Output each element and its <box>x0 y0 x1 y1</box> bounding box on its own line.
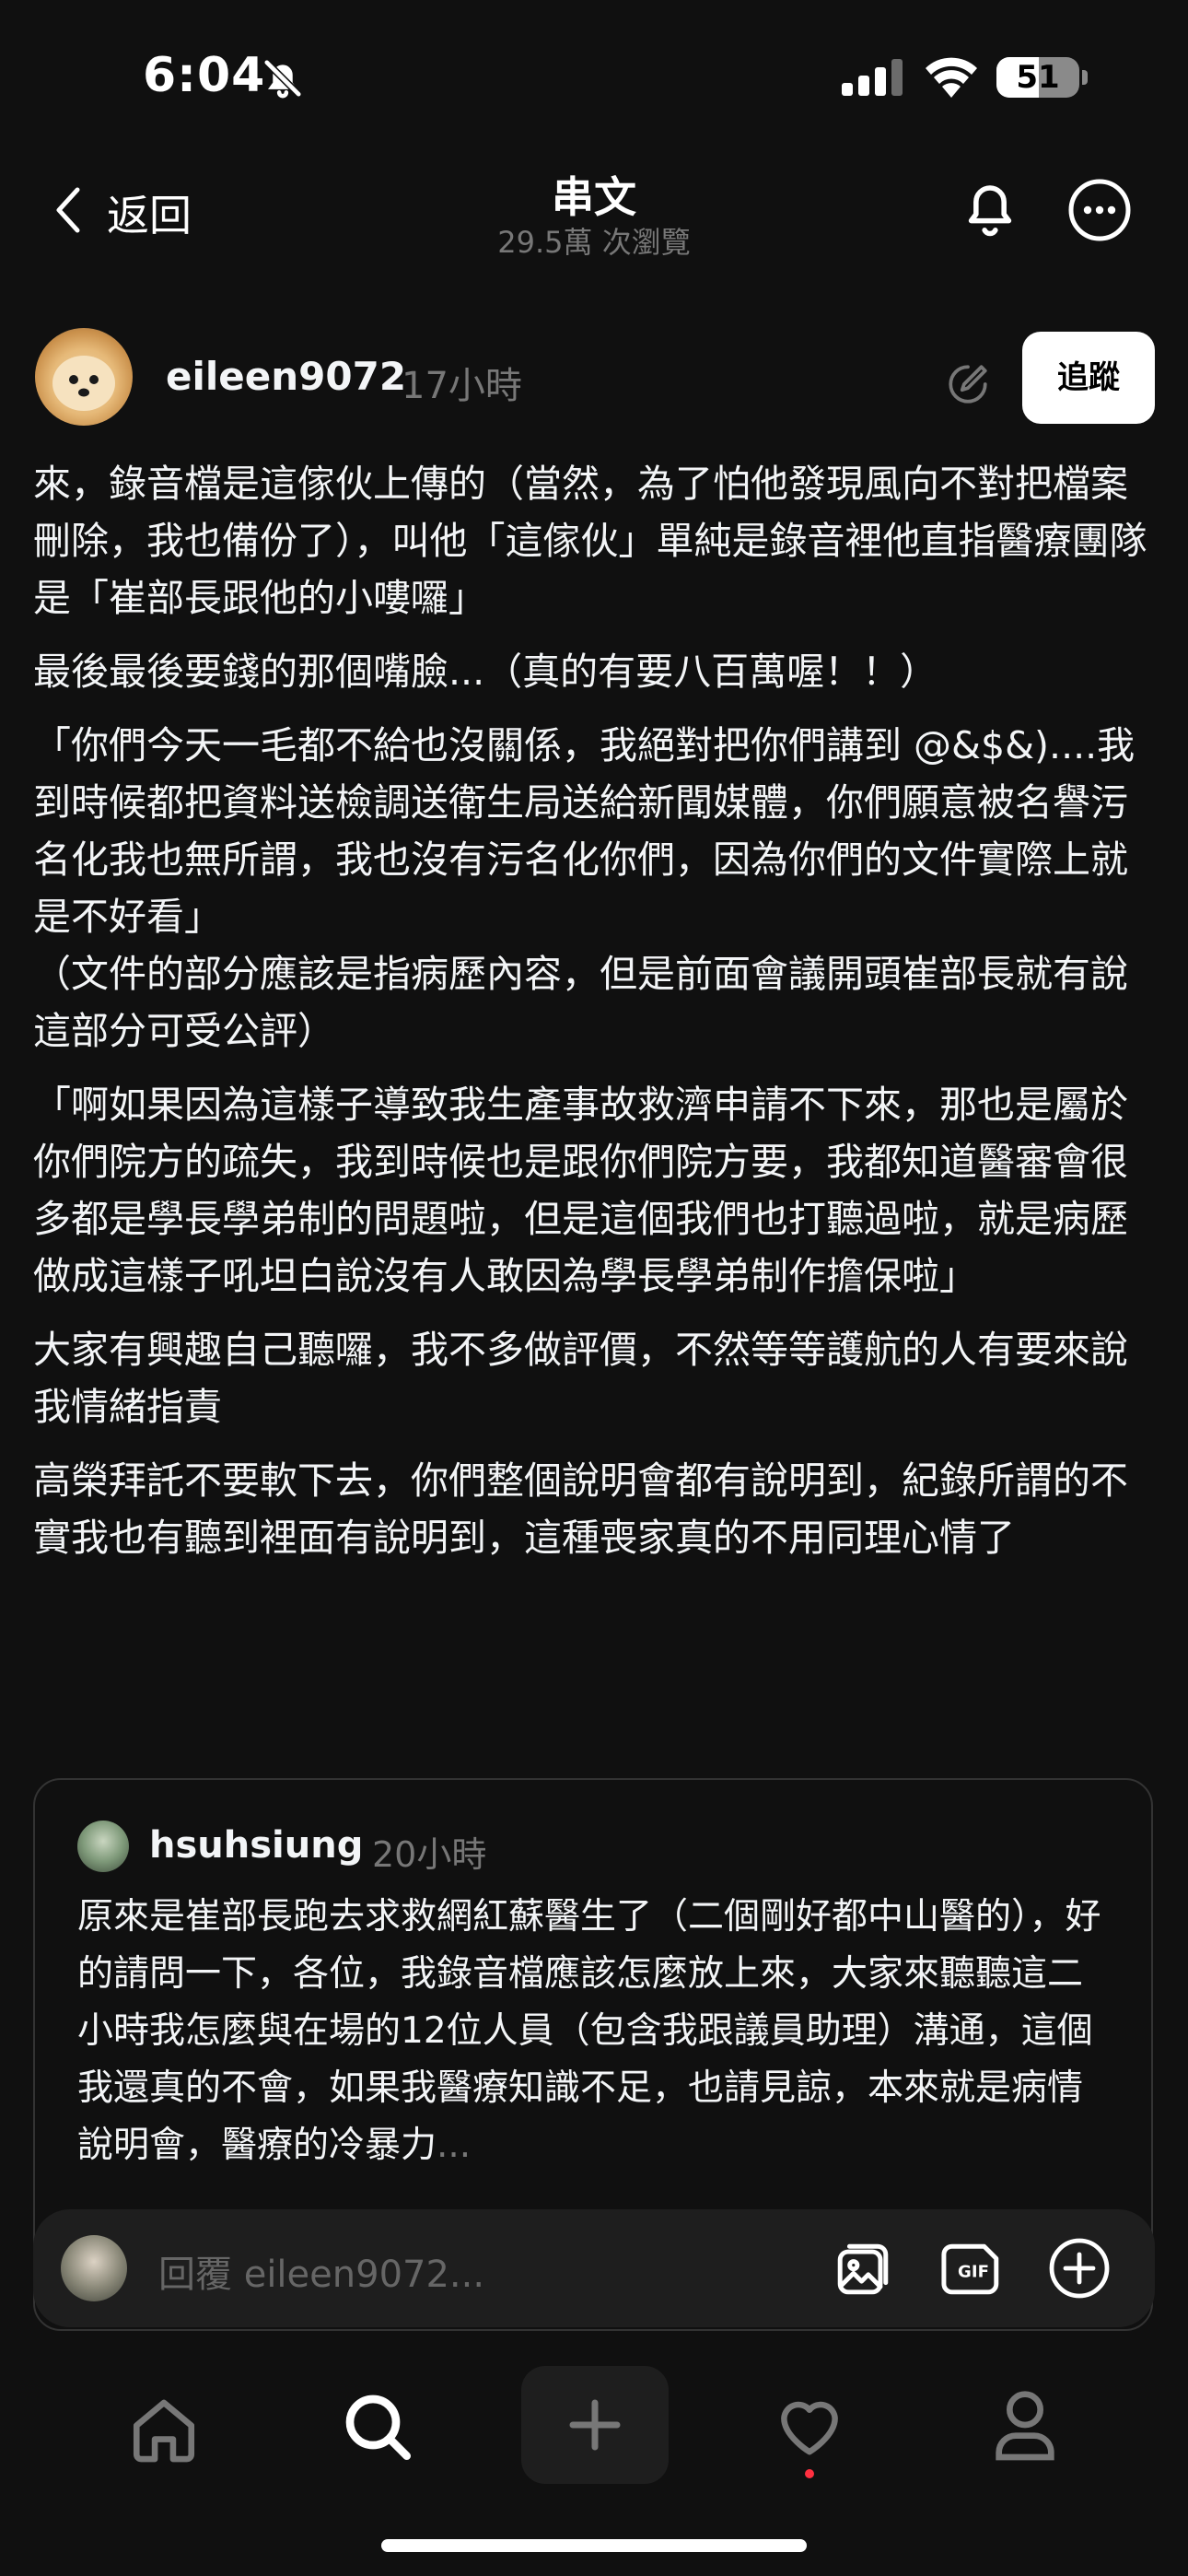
post-paragraph: 高榮拜託不要軟下去，你們整個說明會都有說明到，紀錄所謂的不實我也有聽到裡面有說明… <box>33 1458 1128 1560</box>
signal-icon <box>842 59 906 100</box>
follow-button[interactable]: 追蹤 <box>1022 332 1155 424</box>
post-paragraph: 「你們今天一毛都不給也沒關係，我絕對把你們講到 @&$&)....我到時候都把資… <box>33 723 1136 1053</box>
page-title: 串文 <box>552 172 636 222</box>
quoted-text: 原來是崔部長跑去求救網紅蘇醫生了（二個剛好都中山醫的），好的請問一下，各位，我錄… <box>77 1889 1118 2174</box>
reply-bar[interactable]: 回覆 eileen9072... GIF <box>33 2209 1155 2327</box>
reply-input[interactable]: 回覆 eileen9072... <box>158 2244 484 2298</box>
more-icon[interactable] <box>1068 179 1131 245</box>
post-username[interactable]: eileen9072 <box>166 354 406 399</box>
gif-label: GIF <box>958 2263 989 2282</box>
bell-slash-icon <box>262 57 304 103</box>
post-time: 17小時 <box>402 365 522 407</box>
plus-circle-icon[interactable] <box>1046 2235 1112 2305</box>
gif-icon[interactable]: GIF <box>941 2237 1006 2305</box>
wifi-icon <box>924 55 979 101</box>
profile-icon[interactable] <box>991 2388 1059 2465</box>
plus-icon <box>569 2399 621 2451</box>
post-paragraph: 最後最後要錢的那個嘴臉...（真的有要八百萬喔！！） <box>33 650 938 694</box>
quoted-time: 20小時 <box>372 1834 487 1875</box>
avatar[interactable] <box>35 328 133 426</box>
create-button[interactable] <box>521 2366 669 2484</box>
battery-icon: 51 <box>996 57 1079 98</box>
quoted-text-ellipsis: ... <box>437 2125 472 2166</box>
bell-icon[interactable] <box>958 175 1022 243</box>
quoted-username[interactable]: hsuhsiung <box>149 1824 363 1867</box>
post-body: 來，錄音檔是這傢伙上傳的（當然，為了怕他發現風向不對把檔案刪除，我也備份了），叫… <box>33 455 1155 1583</box>
post-paragraph: 來，錄音檔是這傢伙上傳的（當然，為了怕他發現風向不對把檔案刪除，我也備份了），叫… <box>33 462 1147 620</box>
chevron-left-icon[interactable] <box>52 184 87 240</box>
notification-dot <box>805 2469 814 2478</box>
quoted-avatar[interactable] <box>77 1821 129 1872</box>
post-paragraph: 大家有興趣自己聽囉，我不多做評價，不然等等護航的人有要來說我情緒指責 <box>33 1328 1128 1429</box>
post-paragraph: 「啊如果因為這樣子導致我生產事故救濟申請不下來，那也是屬於你們院方的疏失，我到時… <box>33 1083 1128 1298</box>
search-icon[interactable] <box>341 2390 414 2467</box>
battery-percent: 51 <box>1016 59 1060 96</box>
back-button[interactable]: 返回 <box>107 182 192 243</box>
battery-nub <box>1082 70 1088 85</box>
heart-icon[interactable] <box>774 2392 845 2462</box>
my-avatar <box>61 2235 127 2301</box>
quoted-text-content: 原來是崔部長跑去求救網紅蘇醫生了（二個剛好都中山醫的），好的請問一下，各位，我錄… <box>77 1896 1101 2166</box>
image-icon[interactable] <box>831 2237 895 2305</box>
home-indicator <box>381 2539 807 2552</box>
status-time: 6:04 <box>143 48 266 103</box>
view-count: 29.5萬 次瀏覽 <box>497 225 691 260</box>
edit-icon <box>945 361 991 411</box>
home-icon[interactable] <box>127 2394 201 2467</box>
